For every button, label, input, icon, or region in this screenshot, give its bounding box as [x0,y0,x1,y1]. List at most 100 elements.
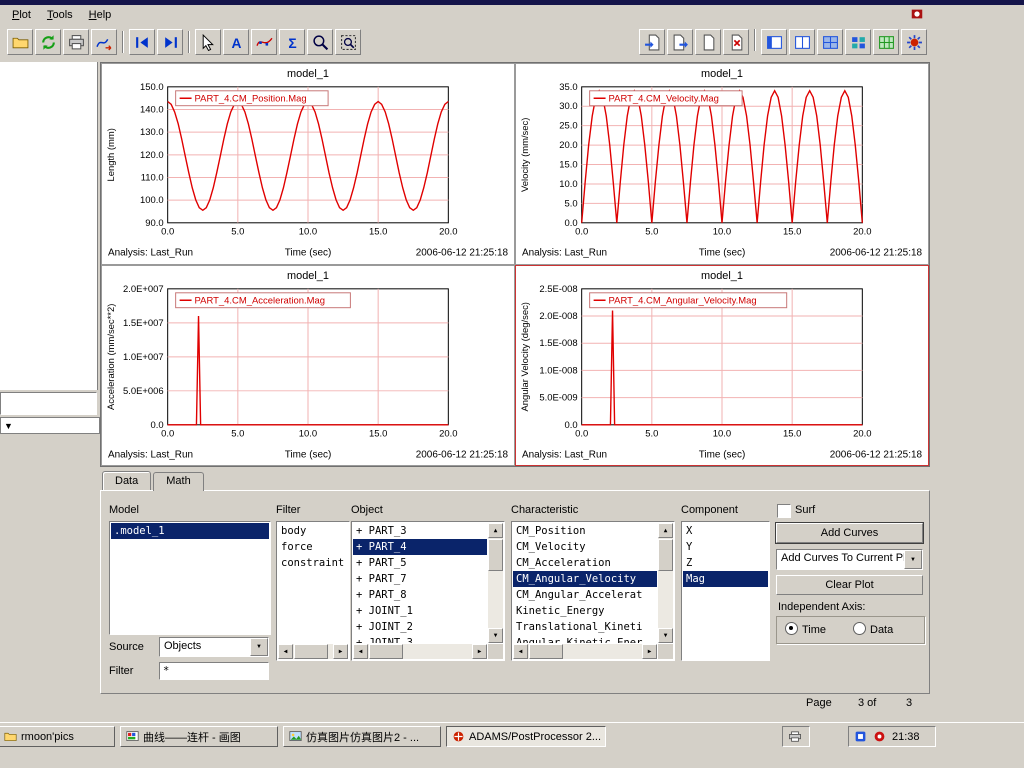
previous-page-button[interactable] [129,29,155,55]
layout-six-views-button[interactable] [873,29,899,55]
surf-checkbox[interactable] [777,504,791,518]
taskbar-button-adams[interactable]: ADAMS/PostProcessor 2... [446,726,606,747]
plot-position[interactable]: model_190.0100.0110.0120.0130.0140.0150.… [101,63,515,265]
layout-two-views-button[interactable] [789,29,815,55]
scrollbar-thumb[interactable] [294,644,328,659]
list-item[interactable]: + PART_3 [353,523,487,539]
list-item[interactable]: + PART_5 [353,555,487,571]
list-item[interactable]: CM_Acceleration [513,555,657,571]
radio-button-icon[interactable] [785,622,798,635]
scroll-left-icon[interactable]: ◀ [513,644,528,659]
printer-icon[interactable] [788,731,802,743]
radio-button-icon[interactable] [853,622,866,635]
reload-button[interactable] [35,29,61,55]
scroll-right-icon[interactable]: ▶ [333,644,348,659]
horizontal-scrollbar[interactable]: ◀ ▶ [278,644,348,659]
list-item[interactable]: + JOINT_3 [353,635,487,643]
menu-plot[interactable]: Plot [4,7,39,23]
tray-blue-app-icon[interactable] [854,730,867,743]
scrollbar-thumb[interactable] [369,644,403,659]
edit-curve-button[interactable] [251,29,277,55]
taskbar-button-pics[interactable]: rmoon'pics [0,726,115,747]
plot-velocity[interactable]: model_10.05.010.015.020.025.030.035.00.0… [515,63,929,265]
list-item[interactable]: Angular_Kinetic_Ener [513,635,657,643]
treeview-collapse-combo[interactable]: ▼ [0,417,100,434]
list-item[interactable]: + PART_8 [353,587,487,603]
open-button[interactable] [7,29,33,55]
layout-four-views-button[interactable] [817,29,843,55]
filter-input[interactable]: * [159,662,269,680]
treeview-filter-field[interactable] [0,392,97,415]
zoom-button[interactable] [307,29,333,55]
scroll-right-icon[interactable]: ▶ [642,644,657,659]
tab-math[interactable]: Math [153,472,203,491]
taskbar-button-image[interactable]: 仿真图片仿真图片2 - ... [283,726,441,747]
vertical-scrollbar[interactable]: ▲ ▼ [658,523,673,643]
page-setup-button[interactable] [901,29,927,55]
tab-data[interactable]: Data [102,471,151,490]
scrollbar-thumb[interactable] [488,539,503,571]
tray-red-app-icon[interactable] [873,730,886,743]
list-item[interactable]: Kinetic_Energy [513,603,657,619]
list-item[interactable]: Translational_Kineti [513,619,657,635]
list-item[interactable]: CM_Angular_Accelerat [513,587,657,603]
horizontal-scrollbar[interactable]: ◀ ▶ [353,644,487,659]
scroll-left-icon[interactable]: ◀ [353,644,368,659]
new-page-button[interactable] [695,29,721,55]
filter-list[interactable]: bodyforceconstraint ◀ ▶ [276,521,350,661]
statistics-button[interactable]: Σ [279,29,305,55]
source-combo[interactable]: Objects ▼ [159,637,269,657]
scroll-down-icon[interactable]: ▼ [658,628,673,643]
list-item[interactable]: CM_Position [513,523,657,539]
menu-help[interactable]: Help [81,7,120,23]
list-item[interactable]: body [278,523,348,539]
list-item[interactable]: + PART_4 [353,539,487,555]
scroll-left-icon[interactable]: ◀ [278,644,293,659]
scroll-up-icon[interactable]: ▲ [658,523,673,538]
zoom-area-button[interactable] [335,29,361,55]
plot-acceleration[interactable]: model_10.05.0E+0061.0E+0071.5E+0072.0E+0… [101,265,515,467]
layout-single-view-button[interactable] [761,29,787,55]
object-list[interactable]: + PART_3+ PART_4+ PART_5+ PART_7+ PART_8… [351,521,505,661]
radio-time[interactable]: Time [785,622,826,636]
export-page-button[interactable] [667,29,693,55]
scroll-up-icon[interactable]: ▲ [488,523,503,538]
import-page-button[interactable] [639,29,665,55]
scroll-down-icon[interactable]: ▼ [488,628,503,643]
print-button[interactable] [63,29,89,55]
scrollbar-thumb[interactable] [658,539,673,571]
list-item[interactable]: CM_Velocity [513,539,657,555]
clear-plot-button[interactable]: Clear Plot [776,575,923,595]
taskbar-button-paint[interactable]: 曲线——连杆 - 画图 [120,726,278,747]
list-item[interactable]: .model_1 [111,523,269,539]
load-results-button[interactable] [91,29,117,55]
scrollbar-thumb[interactable] [529,644,563,659]
add-curves-button[interactable]: Add Curves [776,523,923,543]
scroll-right-icon[interactable]: ▶ [472,644,487,659]
list-item[interactable]: Mag [683,571,768,587]
layout-grid-button[interactable] [845,29,871,55]
list-item[interactable]: constraint [278,555,348,571]
list-item[interactable]: + PART_7 [353,571,487,587]
list-item[interactable]: CM_Angular_Velocity [513,571,657,587]
chevron-down-icon[interactable]: ▼ [904,550,922,569]
treeview-panel[interactable] [0,62,98,390]
text-tool-button[interactable]: A [223,29,249,55]
delete-page-button[interactable] [723,29,749,55]
list-item[interactable]: Y [683,539,768,555]
chevron-down-icon[interactable]: ▼ [250,638,268,656]
plot-angular-velocity[interactable]: model_10.05.0E-0091.0E-0081.5E-0082.0E-0… [515,265,929,467]
add-curves-mode-combo[interactable]: Add Curves To Current Plo ▼ [776,549,923,570]
next-page-button[interactable] [157,29,183,55]
characteristic-list[interactable]: CM_PositionCM_VelocityCM_AccelerationCM_… [511,521,675,661]
list-item[interactable]: + JOINT_2 [353,619,487,635]
vertical-scrollbar[interactable]: ▲ ▼ [488,523,503,643]
model-list[interactable]: .model_1 [109,521,271,635]
list-item[interactable]: Z [683,555,768,571]
horizontal-scrollbar[interactable]: ◀ ▶ [513,644,657,659]
list-item[interactable]: X [683,523,768,539]
list-item[interactable]: + JOINT_1 [353,603,487,619]
list-item[interactable]: force [278,539,348,555]
component-list[interactable]: XYZMag [681,521,770,661]
menu-tools[interactable]: Tools [39,7,81,23]
